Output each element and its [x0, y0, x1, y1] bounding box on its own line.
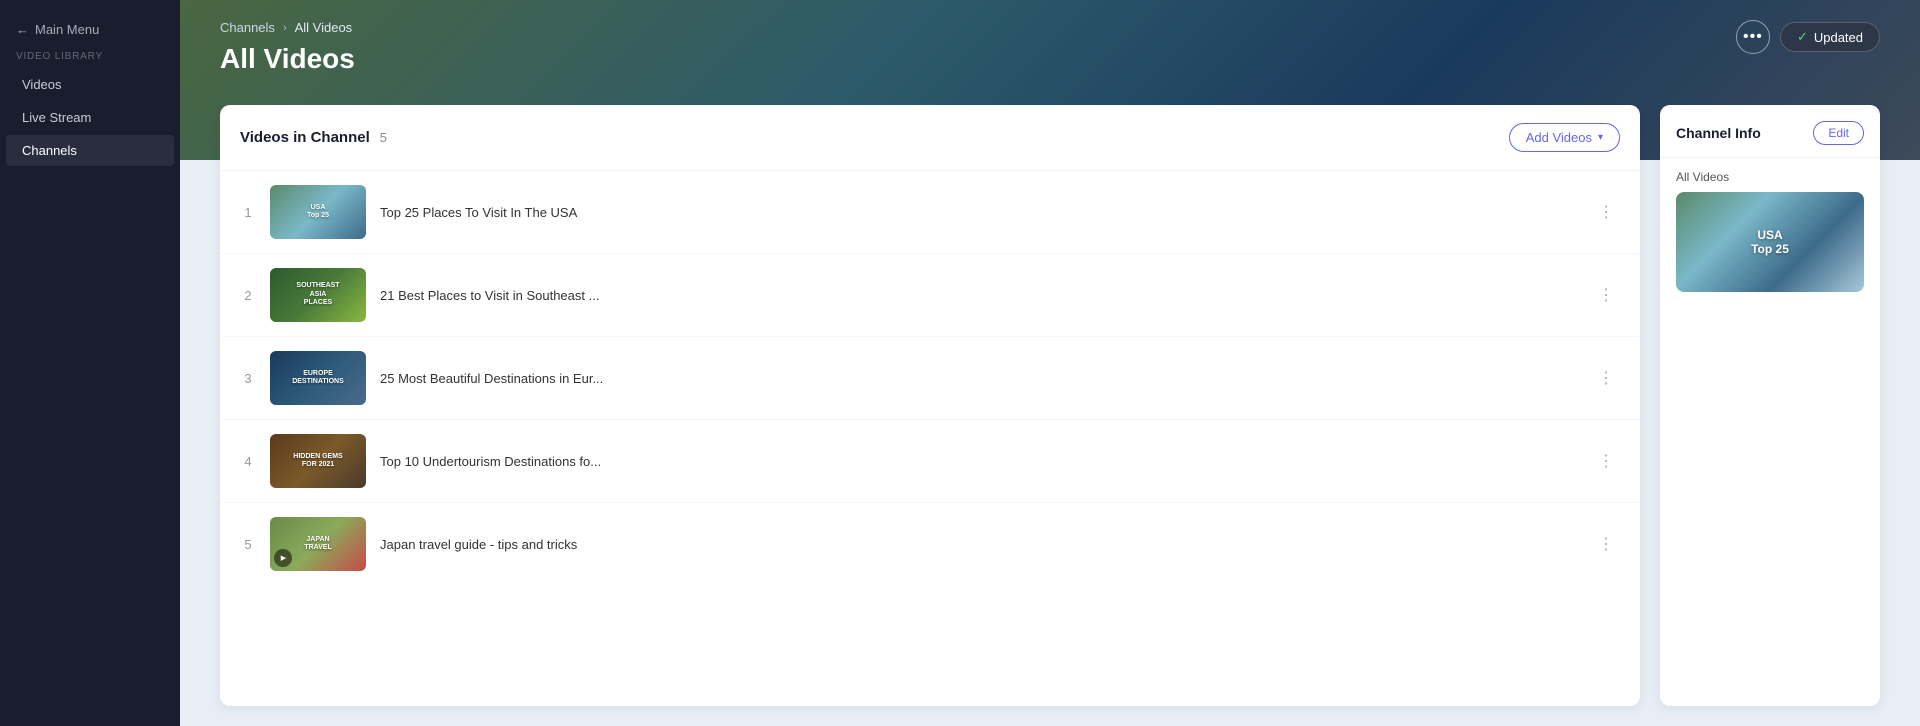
add-videos-label: Add Videos: [1526, 130, 1592, 145]
video-thumbnail: USATop 25: [270, 185, 366, 239]
header-area: Channels › All Videos All Videos: [180, 0, 1920, 95]
top-right-actions: ••• ✓ Updated: [1736, 20, 1880, 54]
video-title: Top 25 Places To Visit In The USA: [380, 205, 1578, 220]
page-title: All Videos: [220, 43, 1880, 75]
video-more-button[interactable]: ⋮: [1592, 530, 1620, 558]
video-thumbnail: JAPANTRAVEL: [270, 517, 366, 571]
video-number: 4: [240, 454, 256, 469]
table-row: 3 EUROPEDESTINATIONS 25 Most Beautiful D…: [220, 337, 1640, 420]
videos-panel-header: Videos in Channel 5 Add Videos ▾: [220, 105, 1640, 171]
thumb-text: SOUTHEASTASIAPLACES: [294, 280, 341, 309]
table-row: 1 USATop 25 Top 25 Places To Visit In Th…: [220, 171, 1640, 254]
back-arrow-icon: ←: [16, 22, 29, 37]
updated-label: Updated: [1814, 30, 1863, 45]
play-icon: [274, 549, 292, 567]
chevron-down-icon: ▾: [1598, 132, 1603, 143]
channel-thumb-text: USATop 25: [1751, 228, 1789, 256]
thumb-text: HIDDEN GEMSFOR 2021: [291, 451, 344, 472]
channel-thumbnail: USATop 25: [1676, 192, 1864, 292]
channel-section-label: All Videos: [1660, 158, 1880, 192]
video-more-button[interactable]: ⋮: [1592, 447, 1620, 475]
videos-count-badge: 5: [380, 130, 387, 145]
video-number: 3: [240, 371, 256, 386]
thumb-text: JAPANTRAVEL: [302, 534, 333, 555]
video-title: Japan travel guide - tips and tricks: [380, 537, 1578, 552]
channel-info-panel: Channel Info Edit All Videos USATop 25: [1660, 105, 1880, 706]
breadcrumb: Channels › All Videos: [220, 20, 1880, 35]
check-icon: ✓: [1797, 29, 1808, 45]
sidebar-section-label: Video Library: [0, 51, 180, 68]
video-thumbnail: HIDDEN GEMSFOR 2021: [270, 434, 366, 488]
video-number: 2: [240, 288, 256, 303]
video-thumbnail: SOUTHEASTASIAPLACES: [270, 268, 366, 322]
breadcrumb-current: All Videos: [295, 20, 353, 35]
sidebar-item-label: Live Stream: [22, 110, 91, 125]
videos-panel: Videos in Channel 5 Add Videos ▾ 1 USATo…: [220, 105, 1640, 706]
videos-panel-title: Videos in Channel 5: [240, 129, 387, 146]
sidebar-item-label: Videos: [22, 77, 62, 92]
thumb-text: EUROPEDESTINATIONS: [290, 368, 346, 389]
table-row: 2 SOUTHEASTASIAPLACES 21 Best Places to …: [220, 254, 1640, 337]
body-layout: Videos in Channel 5 Add Videos ▾ 1 USATo…: [180, 105, 1920, 726]
edit-button[interactable]: Edit: [1813, 121, 1864, 145]
videos-panel-title-text: Videos in Channel: [240, 129, 370, 146]
video-number: 1: [240, 205, 256, 220]
thumb-bg: HIDDEN GEMSFOR 2021: [270, 434, 366, 488]
updated-button[interactable]: ✓ Updated: [1780, 22, 1880, 52]
thumb-bg: USATop 25: [270, 185, 366, 239]
add-videos-button[interactable]: Add Videos ▾: [1509, 123, 1620, 152]
video-title: Top 10 Undertourism Destinations fo...: [380, 454, 1578, 469]
more-button[interactable]: •••: [1736, 20, 1770, 54]
video-more-button[interactable]: ⋮: [1592, 198, 1620, 226]
channel-thumb-bg: USATop 25: [1676, 192, 1864, 292]
main-menu-item[interactable]: ← Main Menu: [0, 16, 180, 51]
video-title: 25 Most Beautiful Destinations in Eur...: [380, 371, 1578, 386]
sidebar: ← Main Menu Video Library Videos Live St…: [0, 0, 180, 726]
sidebar-item-label: Channels: [22, 143, 77, 158]
main-content: Channels › All Videos All Videos ••• ✓ U…: [180, 0, 1920, 726]
video-number: 5: [240, 537, 256, 552]
channel-info-title: Channel Info: [1676, 125, 1761, 141]
video-more-button[interactable]: ⋮: [1592, 364, 1620, 392]
sidebar-item-live-stream[interactable]: Live Stream: [6, 102, 174, 133]
sidebar-item-channels[interactable]: Channels: [6, 135, 174, 166]
breadcrumb-channels[interactable]: Channels: [220, 20, 275, 35]
sidebar-item-videos[interactable]: Videos: [6, 69, 174, 100]
video-title: 21 Best Places to Visit in Southeast ...: [380, 288, 1578, 303]
video-more-button[interactable]: ⋮: [1592, 281, 1620, 309]
main-menu-label: Main Menu: [35, 22, 99, 37]
breadcrumb-separator: ›: [283, 22, 287, 34]
video-thumbnail: EUROPEDESTINATIONS: [270, 351, 366, 405]
video-list: 1 USATop 25 Top 25 Places To Visit In Th…: [220, 171, 1640, 585]
thumb-bg: SOUTHEASTASIAPLACES: [270, 268, 366, 322]
table-row: 5 JAPANTRAVEL Japan travel guide - tips …: [220, 503, 1640, 585]
thumb-text: USATop 25: [305, 202, 331, 223]
table-row: 4 HIDDEN GEMSFOR 2021 Top 10 Undertouris…: [220, 420, 1640, 503]
channel-info-header: Channel Info Edit: [1660, 105, 1880, 158]
thumb-bg: EUROPEDESTINATIONS: [270, 351, 366, 405]
